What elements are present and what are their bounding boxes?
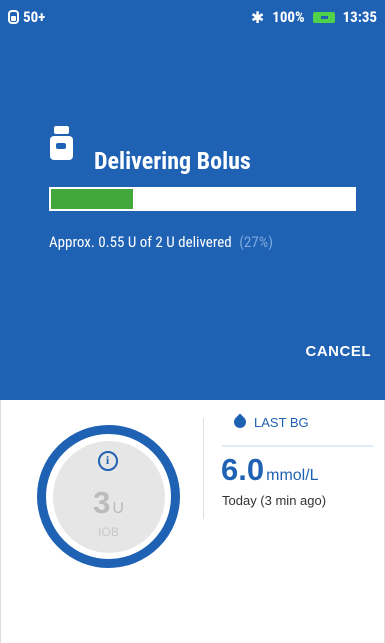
cancel-button[interactable]: CANCEL	[306, 343, 372, 360]
last-bg-label: LAST BG	[254, 414, 309, 430]
summary-divider	[203, 418, 204, 519]
info-icon[interactable]: i	[97, 450, 118, 471]
iob-value-display: 3U	[53, 485, 165, 521]
delivery-progress-percent: (27%)	[239, 233, 273, 251]
pod-status: 50+	[8, 8, 45, 26]
bg-value: 6.0	[221, 452, 265, 487]
bg-unit: mmol/L	[266, 467, 319, 484]
iob-label: IOB	[98, 524, 119, 539]
last-bg-header: LAST BG	[233, 413, 309, 431]
clock: 13:35	[342, 8, 377, 26]
iob-inner-circle: i 3U IOB	[52, 440, 165, 553]
bg-header-rule	[222, 445, 373, 447]
battery-icon	[312, 11, 335, 23]
blood-drop-icon	[233, 413, 247, 431]
bolus-progress-bar	[49, 187, 356, 211]
pod-status-label: 50+	[23, 8, 46, 26]
battery-percent: 100%	[272, 8, 305, 26]
iob-value: 3	[93, 484, 111, 520]
bg-time: Today (3 min ago)	[222, 493, 327, 508]
system-status: ✱ 100% 13:35	[251, 8, 377, 27]
status-bar: 50+ ✱ 100% 13:35	[0, 0, 385, 34]
bg-reading: 6.0 mmol/L	[221, 452, 319, 488]
left-border	[0, 400, 1, 643]
pod-icon	[8, 10, 19, 24]
delivery-progress-text: Approx. 0.55 U of 2 U delivered (27%)	[49, 233, 273, 251]
delivery-progress-amount: Approx. 0.55 U of 2 U delivered	[49, 233, 232, 251]
insulin-vial-icon	[50, 126, 73, 160]
bluetooth-icon: ✱	[250, 7, 265, 27]
iob-unit: U	[112, 499, 124, 517]
bolus-delivery-panel: Delivering Bolus Approx. 0.55 U of 2 U d…	[0, 34, 385, 400]
bolus-progress-fill	[51, 189, 133, 209]
delivery-title: Delivering Bolus	[94, 147, 251, 175]
iob-dashboard[interactable]: i 3U IOB	[37, 425, 180, 568]
insulin-summary: i 3U IOB LAST BG 6.0 mmol/L Today (3 min …	[0, 400, 385, 643]
